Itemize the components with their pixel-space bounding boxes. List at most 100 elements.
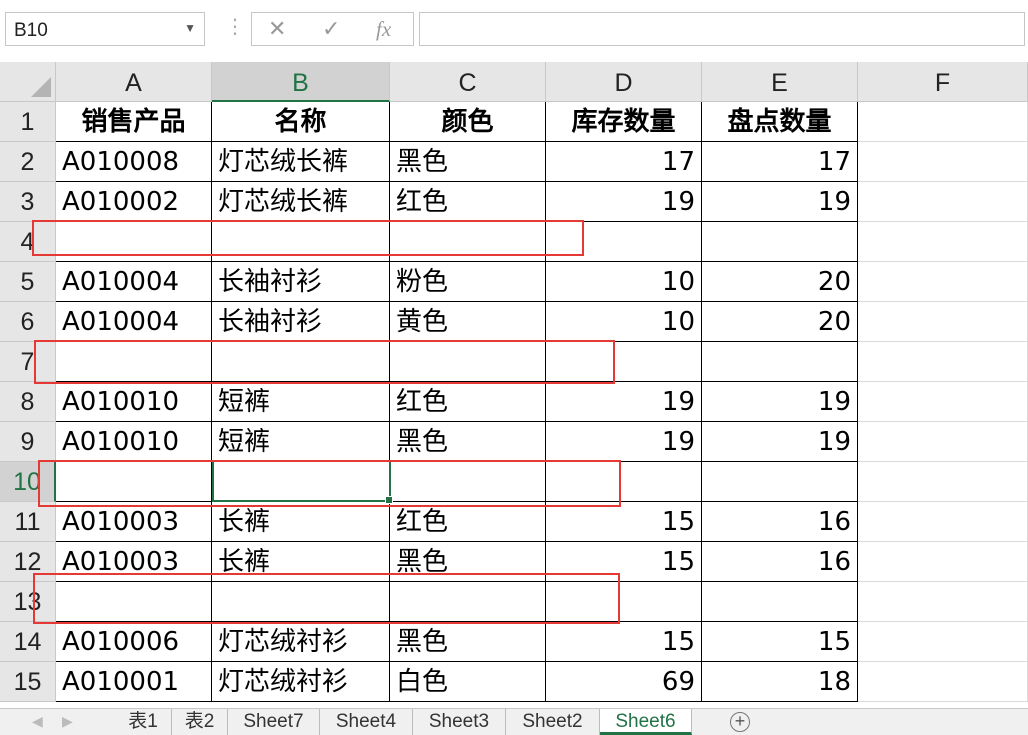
sheet-tab-sheet2[interactable]: Sheet2 <box>506 709 600 735</box>
cell-a15[interactable]: A010001 <box>56 662 212 702</box>
cell-a5[interactable]: A010004 <box>56 262 212 302</box>
cell-e8[interactable]: 19 <box>702 382 858 422</box>
scroll-right-icon[interactable]: ▶ <box>62 713 73 730</box>
cell-c5[interactable]: 粉色 <box>390 262 546 302</box>
sheet-tab-表1[interactable]: 表1 <box>115 709 172 735</box>
cell-d14[interactable]: 15 <box>546 622 702 662</box>
cell-a14[interactable]: A010006 <box>56 622 212 662</box>
cell-c14[interactable]: 黑色 <box>390 622 546 662</box>
cell-b14[interactable]: 灯芯绒衬衫 <box>212 622 390 662</box>
cell-a2[interactable]: A010008 <box>56 142 212 182</box>
name-box[interactable]: B10 ▼ <box>5 12 205 46</box>
cell-e3[interactable]: 19 <box>702 182 858 222</box>
cell-d11[interactable]: 15 <box>546 502 702 542</box>
cell-d2[interactable]: 17 <box>546 142 702 182</box>
cell-c3[interactable]: 红色 <box>390 182 546 222</box>
cell-f4[interactable] <box>858 222 1028 262</box>
cell-b9[interactable]: 短裤 <box>212 422 390 462</box>
chevron-down-icon[interactable]: ▼ <box>184 21 196 35</box>
cell-d6[interactable]: 10 <box>546 302 702 342</box>
row-header-2[interactable]: 2 <box>0 142 56 182</box>
cell-b5[interactable]: 长袖衬衫 <box>212 262 390 302</box>
cell-f14[interactable] <box>858 622 1028 662</box>
row-header-1[interactable]: 1 <box>0 102 56 142</box>
cell-f7[interactable] <box>858 342 1028 382</box>
cell-d1[interactable]: 库存数量 <box>546 102 702 142</box>
cell-e6[interactable]: 20 <box>702 302 858 342</box>
cell-d9[interactable]: 19 <box>546 422 702 462</box>
sheet-tab-sheet3[interactable]: Sheet3 <box>413 709 506 735</box>
column-header-b[interactable]: B <box>212 62 390 102</box>
cell-a11[interactable]: A010003 <box>56 502 212 542</box>
row-header-9[interactable]: 9 <box>0 422 56 462</box>
fx-icon[interactable]: fx <box>376 17 391 42</box>
row-header-5[interactable]: 5 <box>0 262 56 302</box>
cell-f2[interactable] <box>858 142 1028 182</box>
scroll-left-icon[interactable]: ◀ <box>32 713 43 730</box>
cell-f13[interactable] <box>858 582 1028 622</box>
sheet-tab-表2[interactable]: 表2 <box>172 709 228 735</box>
cell-d3[interactable]: 19 <box>546 182 702 222</box>
sheet-tab-sheet4[interactable]: Sheet4 <box>320 709 413 735</box>
cell-e5[interactable]: 20 <box>702 262 858 302</box>
column-header-e[interactable]: E <box>702 62 858 102</box>
cancel-icon[interactable]: ✕ <box>268 16 286 42</box>
cell-c1[interactable]: 颜色 <box>390 102 546 142</box>
column-header-d[interactable]: D <box>546 62 702 102</box>
add-sheet-button[interactable]: + <box>730 712 750 732</box>
more-dots-icon[interactable]: ⋮ <box>225 14 245 39</box>
cell-f8[interactable] <box>858 382 1028 422</box>
enter-icon[interactable]: ✓ <box>322 16 340 42</box>
cell-a1[interactable]: 销售产品 <box>56 102 212 142</box>
cell-e15[interactable]: 18 <box>702 662 858 702</box>
column-header-c[interactable]: C <box>390 62 546 102</box>
cell-e14[interactable]: 15 <box>702 622 858 662</box>
cell-b8[interactable]: 短裤 <box>212 382 390 422</box>
cell-b2[interactable]: 灯芯绒长裤 <box>212 142 390 182</box>
cell-d5[interactable]: 10 <box>546 262 702 302</box>
cell-e12[interactable]: 16 <box>702 542 858 582</box>
formula-input[interactable] <box>419 12 1025 46</box>
cell-e1[interactable]: 盘点数量 <box>702 102 858 142</box>
cell-f6[interactable] <box>858 302 1028 342</box>
cell-c6[interactable]: 黄色 <box>390 302 546 342</box>
cell-f1[interactable] <box>858 102 1028 142</box>
cell-e4[interactable] <box>702 222 858 262</box>
column-header-a[interactable]: A <box>56 62 212 102</box>
cell-f9[interactable] <box>858 422 1028 462</box>
cell-e7[interactable] <box>702 342 858 382</box>
sheet-tab-sheet7[interactable]: Sheet7 <box>228 709 320 735</box>
row-header-6[interactable]: 6 <box>0 302 56 342</box>
cell-a6[interactable]: A010004 <box>56 302 212 342</box>
cell-c8[interactable]: 红色 <box>390 382 546 422</box>
row-header-15[interactable]: 15 <box>0 662 56 702</box>
cell-c11[interactable]: 红色 <box>390 502 546 542</box>
column-header-f[interactable]: F <box>858 62 1028 102</box>
cell-c15[interactable]: 白色 <box>390 662 546 702</box>
cell-d8[interactable]: 19 <box>546 382 702 422</box>
cell-a9[interactable]: A010010 <box>56 422 212 462</box>
cell-c2[interactable]: 黑色 <box>390 142 546 182</box>
cell-e10[interactable] <box>702 462 858 502</box>
cell-b1[interactable]: 名称 <box>212 102 390 142</box>
cell-f12[interactable] <box>858 542 1028 582</box>
cell-d15[interactable]: 69 <box>546 662 702 702</box>
cell-e9[interactable]: 19 <box>702 422 858 462</box>
cell-e11[interactable]: 16 <box>702 502 858 542</box>
cell-c9[interactable]: 黑色 <box>390 422 546 462</box>
cell-b11[interactable]: 长裤 <box>212 502 390 542</box>
cell-b15[interactable]: 灯芯绒衬衫 <box>212 662 390 702</box>
cell-b6[interactable]: 长袖衬衫 <box>212 302 390 342</box>
row-header-3[interactable]: 3 <box>0 182 56 222</box>
row-header-11[interactable]: 11 <box>0 502 56 542</box>
cell-a3[interactable]: A010002 <box>56 182 212 222</box>
row-header-8[interactable]: 8 <box>0 382 56 422</box>
select-all-button[interactable] <box>0 62 56 102</box>
cell-f10[interactable] <box>858 462 1028 502</box>
cell-f5[interactable] <box>858 262 1028 302</box>
cell-a8[interactable]: A010010 <box>56 382 212 422</box>
sheet-tab-sheet6[interactable]: Sheet6 <box>600 709 692 735</box>
cell-b3[interactable]: 灯芯绒长裤 <box>212 182 390 222</box>
cell-e2[interactable]: 17 <box>702 142 858 182</box>
cell-f3[interactable] <box>858 182 1028 222</box>
